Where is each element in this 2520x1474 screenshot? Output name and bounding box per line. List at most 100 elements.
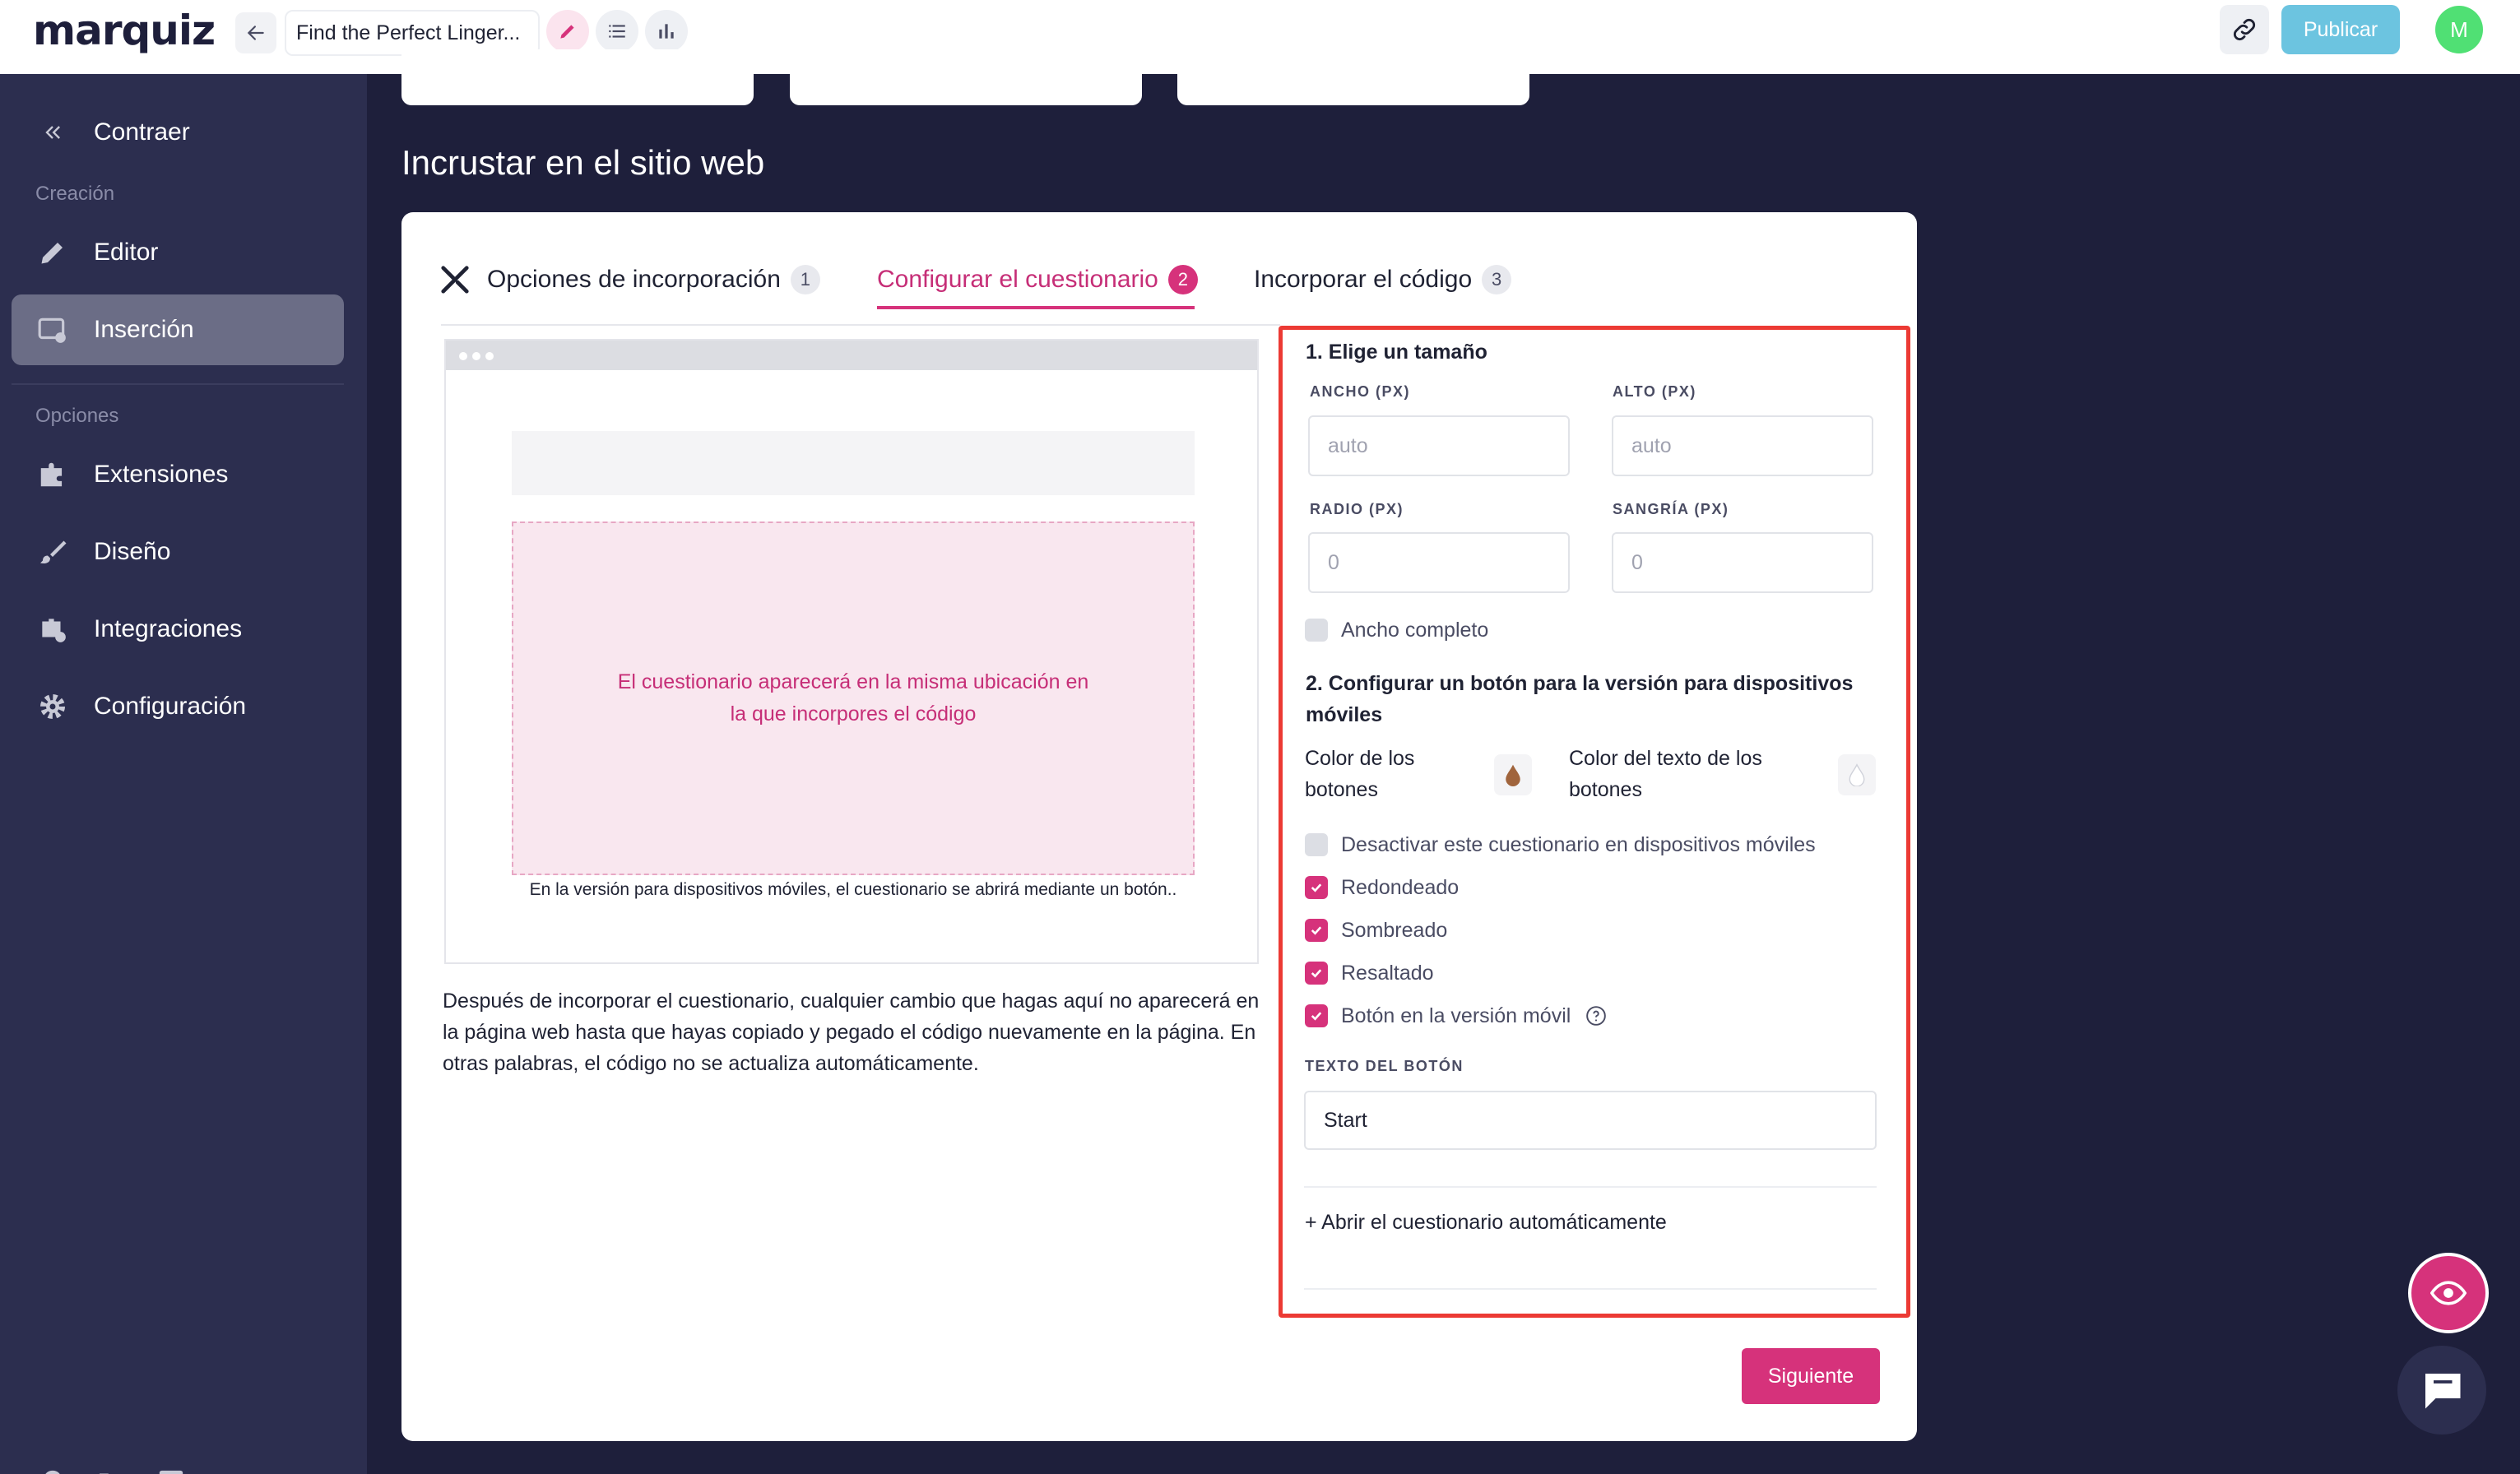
arrow-left-icon (247, 25, 264, 40)
stats-button[interactable] (645, 10, 688, 53)
checkbox-box (1305, 833, 1328, 856)
tab-badge: 3 (1482, 265, 1512, 294)
divider (1304, 1288, 1877, 1290)
quiz-placeholder: El cuestionario aparecerá en la misma ub… (512, 521, 1195, 875)
height-label: ALTO (PX) (1613, 383, 1696, 400)
tab-configure-quiz[interactable]: Configurar el cuestionario 2 (877, 247, 1198, 313)
width-input[interactable]: auto (1308, 415, 1570, 476)
sidebar-item-design[interactable]: Diseño (12, 517, 344, 587)
list-icon (609, 25, 625, 38)
check-icon (1305, 962, 1328, 985)
checkbox-label: Redondeado (1341, 875, 1460, 899)
integrations-icon (12, 614, 94, 645)
publish-button[interactable]: Publicar (2281, 5, 2400, 54)
double-chevron-left-icon (12, 121, 94, 144)
radius-input[interactable]: 0 (1308, 532, 1570, 593)
sidebar-item-settings[interactable]: Configuración (12, 671, 344, 742)
checkbox-label: Resaltado (1341, 961, 1434, 985)
section-options: Opciones (35, 405, 119, 427)
checkbox-label: Botón en la versión móvil (1341, 1004, 1571, 1027)
checkbox-box (1305, 619, 1328, 642)
pencil-icon (560, 25, 574, 39)
chat-button[interactable] (2397, 1346, 2486, 1435)
tab-badge: 2 (1167, 265, 1198, 294)
tab-label: Opciones de incorporación (487, 266, 781, 293)
option-card[interactable] (790, 49, 1142, 105)
sidebar-item-insertion[interactable]: Inserción (12, 294, 344, 365)
section-creation: Creación (35, 183, 115, 205)
browser-dot (472, 352, 480, 360)
collapse-button[interactable]: Contraer (12, 97, 344, 168)
sidebar-item-label: Configuración (94, 693, 247, 720)
checkbox-label: Ancho completo (1341, 618, 1489, 642)
page-title: Incrustar en el sitio web (401, 143, 765, 182)
width-label: ANCHO (PX) (1310, 383, 1410, 400)
sidebar-item-extensions[interactable]: Extensiones (12, 439, 344, 510)
check-icon (1305, 876, 1328, 899)
lightbulb-icon[interactable] (35, 1464, 71, 1474)
browser-dot (459, 352, 467, 360)
checkbox-label: Desactivar este cuestionario en disposit… (1341, 832, 1816, 856)
indent-input[interactable]: 0 (1612, 532, 1873, 593)
sidebar-item-label: Editor (94, 239, 159, 266)
button-color-label: Color de los botones (1305, 747, 1415, 801)
sidebar-item-editor[interactable]: Editor (12, 217, 344, 288)
tab-embed-code[interactable]: Incorporar el código 3 (1254, 247, 1512, 313)
indent-label: SANGRÍA (PX) (1613, 501, 1729, 517)
full-width-checkbox[interactable]: Ancho completo (1305, 614, 1488, 647)
help-icon[interactable]: ? (153, 1464, 189, 1474)
sidebar-divider (12, 383, 344, 385)
gear-icon (12, 691, 94, 722)
check-icon (1305, 919, 1328, 942)
tabs-divider (441, 324, 1280, 326)
edit-title-button[interactable] (546, 10, 589, 53)
button-text-label: TEXTO DEL BOTÓN (1305, 1058, 1464, 1074)
checkbox-label: Sombreado (1341, 918, 1448, 942)
option-card[interactable] (401, 49, 754, 105)
highlight-checkbox[interactable]: Resaltado (1305, 957, 1434, 990)
mobile-section-title: 2. Configurar un botón para la versión p… (1306, 672, 1854, 726)
bar-chart-icon (659, 24, 674, 39)
button-text-input[interactable]: Start (1304, 1091, 1877, 1150)
back-button[interactable] (235, 12, 276, 53)
sidebar-item-label: Inserción (94, 316, 194, 343)
link-icon (2233, 18, 2256, 41)
mobile-note: En la versión para dispositivos móviles,… (529, 880, 1177, 899)
disable-mobile-checkbox[interactable]: Desactivar este cuestionario en disposit… (1305, 828, 1816, 861)
sidebar: Contraer Creación Editor Inserción Opcio… (0, 74, 367, 1474)
preview-button[interactable] (2408, 1253, 2489, 1333)
folder-upload-icon[interactable] (94, 1464, 130, 1474)
rounded-checkbox[interactable]: Redondeado (1305, 871, 1459, 904)
option-card[interactable] (1177, 49, 1529, 105)
tab-embed-options[interactable]: Opciones de incorporación 1 (439, 247, 820, 313)
list-view-button[interactable] (596, 10, 638, 53)
height-input[interactable]: auto (1612, 415, 1873, 476)
check-icon (1305, 1004, 1328, 1027)
divider (1304, 1186, 1877, 1188)
tools-icon (439, 264, 471, 295)
sidebar-item-integrations[interactable]: Integraciones (12, 594, 344, 665)
tab-label: Incorporar el código (1254, 266, 1473, 293)
avatar[interactable]: M (2435, 6, 2483, 53)
chat-icon (2425, 1374, 2461, 1409)
pencil-icon (12, 238, 94, 267)
button-text-color-picker[interactable] (1838, 754, 1876, 795)
logo[interactable]: marquiz (33, 7, 216, 54)
droplet-icon (1849, 763, 1865, 786)
auto-open-link[interactable]: + Abrir el cuestionario automáticamente (1305, 1211, 1667, 1235)
next-button[interactable]: Siguiente (1742, 1348, 1880, 1404)
help-circle-icon[interactable] (1585, 1005, 1607, 1027)
droplet-icon (1506, 764, 1520, 786)
shadow-checkbox[interactable]: Sombreado (1305, 914, 1447, 947)
mobile-button-checkbox[interactable]: Botón en la versión móvil (1305, 999, 1607, 1032)
puzzle-icon (12, 459, 94, 490)
embed-icon (12, 314, 94, 345)
embed-preview: El cuestionario aparecerá en la misma ub… (444, 339, 1259, 964)
tab-label: Configurar el cuestionario (877, 266, 1158, 293)
button-color-picker[interactable] (1494, 754, 1532, 795)
page-placeholder (512, 431, 1195, 495)
copy-link-button[interactable] (2220, 5, 2269, 54)
collapse-label: Contraer (94, 118, 190, 146)
update-note: Después de incorporar el cuestionario, c… (443, 990, 1260, 1075)
brush-icon (12, 537, 94, 567)
